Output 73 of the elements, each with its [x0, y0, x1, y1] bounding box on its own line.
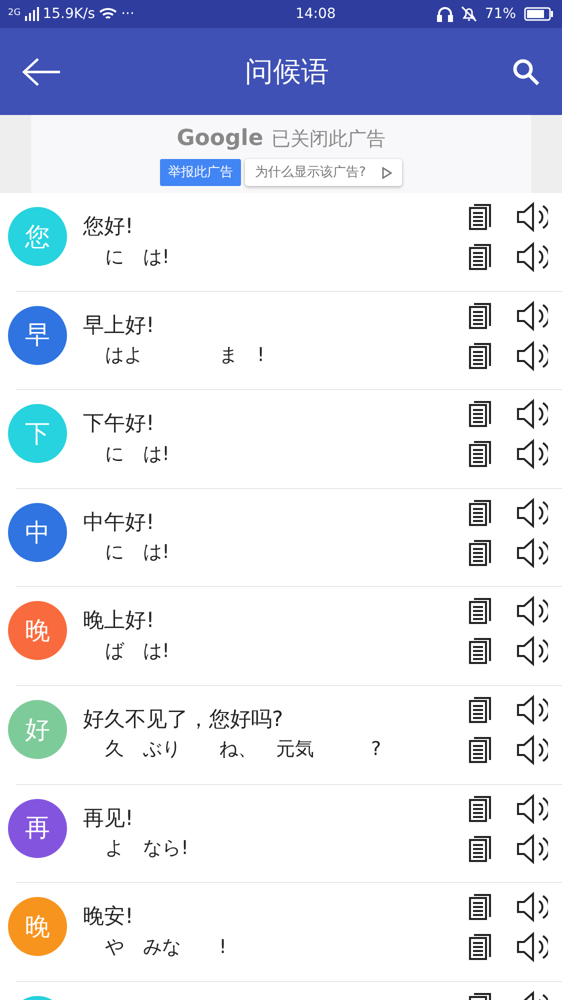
avatar: 晚 — [8, 897, 67, 956]
copy-icon[interactable] — [468, 498, 492, 527]
network-speed: 15.9K/s — [42, 4, 96, 24]
speaker-icon[interactable] — [516, 340, 548, 372]
chinese-phrase: 您好! — [83, 213, 134, 240]
chinese-phrase: 晚安! — [83, 903, 134, 930]
avatar: 下 — [8, 404, 67, 464]
japanese-phrase: や みな ! — [104, 934, 228, 960]
avatar: 晚 — [8, 601, 67, 660]
chinese-phrase: 下午好! — [83, 410, 156, 438]
avatar: 再 — [8, 798, 67, 858]
avatar: 早 — [8, 306, 67, 365]
copy-icon[interactable] — [468, 794, 492, 823]
ad-logo: Google — [176, 124, 264, 153]
speaker-icon[interactable] — [516, 792, 548, 825]
screen-title: 问候语 — [245, 54, 329, 90]
avatar: 中 — [8, 502, 67, 562]
bell-off-icon — [460, 6, 477, 22]
speaker-icon[interactable] — [516, 734, 548, 766]
copy-icon[interactable] — [468, 893, 492, 922]
chinese-phrase: 再见! — [83, 804, 134, 832]
copy-icon[interactable] — [468, 302, 492, 330]
ad-closed-message: 已关闭此广告 — [271, 126, 386, 152]
speaker-icon[interactable] — [516, 931, 548, 964]
speaker-icon[interactable] — [516, 201, 548, 233]
japanese-phrase: に は! — [104, 540, 171, 566]
search-icon[interactable] — [512, 58, 540, 86]
speaker-icon[interactable] — [516, 398, 548, 430]
signal-icon — [24, 7, 39, 21]
battery-level: 71% — [484, 4, 516, 24]
avatar: 您 — [8, 207, 67, 266]
report-ad-button[interactable]: 举报此广告 — [160, 158, 242, 186]
japanese-phrase: よ なら! — [104, 836, 190, 862]
avatar: 好 — [8, 700, 67, 759]
speaker-icon[interactable] — [516, 438, 548, 470]
japanese-phrase: に は! — [104, 244, 171, 270]
copy-icon[interactable] — [468, 637, 492, 666]
chinese-phrase: 晚上好! — [83, 607, 156, 634]
japanese-phrase: 久 ぶり ね、 元気 ? — [104, 737, 382, 762]
copy-icon[interactable] — [468, 203, 492, 231]
network-label: 2G — [8, 7, 21, 20]
speaker-icon[interactable] — [516, 241, 548, 273]
copy-icon[interactable] — [468, 933, 492, 962]
copy-icon[interactable] — [468, 538, 492, 567]
chinese-phrase: 中午好! — [83, 508, 156, 536]
status-time: 14:08 — [294, 4, 337, 24]
speaker-icon[interactable] — [516, 891, 548, 924]
play-icon — [382, 166, 392, 178]
speaker-icon[interactable] — [516, 536, 548, 569]
chinese-phrase: 早上好! — [83, 312, 156, 339]
japanese-phrase: に は! — [104, 442, 171, 467]
battery-icon — [524, 7, 554, 21]
copy-icon[interactable] — [468, 696, 492, 724]
speaker-icon[interactable] — [516, 300, 548, 332]
headphones-icon — [436, 6, 453, 22]
why-ad-button[interactable]: 为什么显示该广告? — [245, 158, 402, 186]
copy-icon[interactable] — [468, 342, 492, 370]
speaker-icon[interactable] — [516, 496, 548, 529]
japanese-phrase: はよ ま ! — [104, 343, 266, 368]
more-indicator: ··· — [121, 4, 134, 24]
speaker-icon[interactable] — [516, 832, 548, 865]
wifi-icon — [99, 7, 118, 21]
copy-icon[interactable] — [468, 400, 492, 428]
speaker-icon[interactable] — [516, 635, 548, 668]
chinese-phrase: 好久不见了，您好吗? — [83, 706, 284, 733]
japanese-phrase: ば は! — [104, 638, 171, 664]
speaker-icon[interactable] — [516, 694, 548, 726]
speaker-icon[interactable] — [516, 595, 548, 628]
copy-icon[interactable] — [468, 736, 492, 764]
copy-icon[interactable] — [468, 440, 492, 468]
copy-icon[interactable] — [468, 243, 492, 271]
copy-icon[interactable] — [468, 597, 492, 626]
copy-icon[interactable] — [468, 834, 492, 863]
